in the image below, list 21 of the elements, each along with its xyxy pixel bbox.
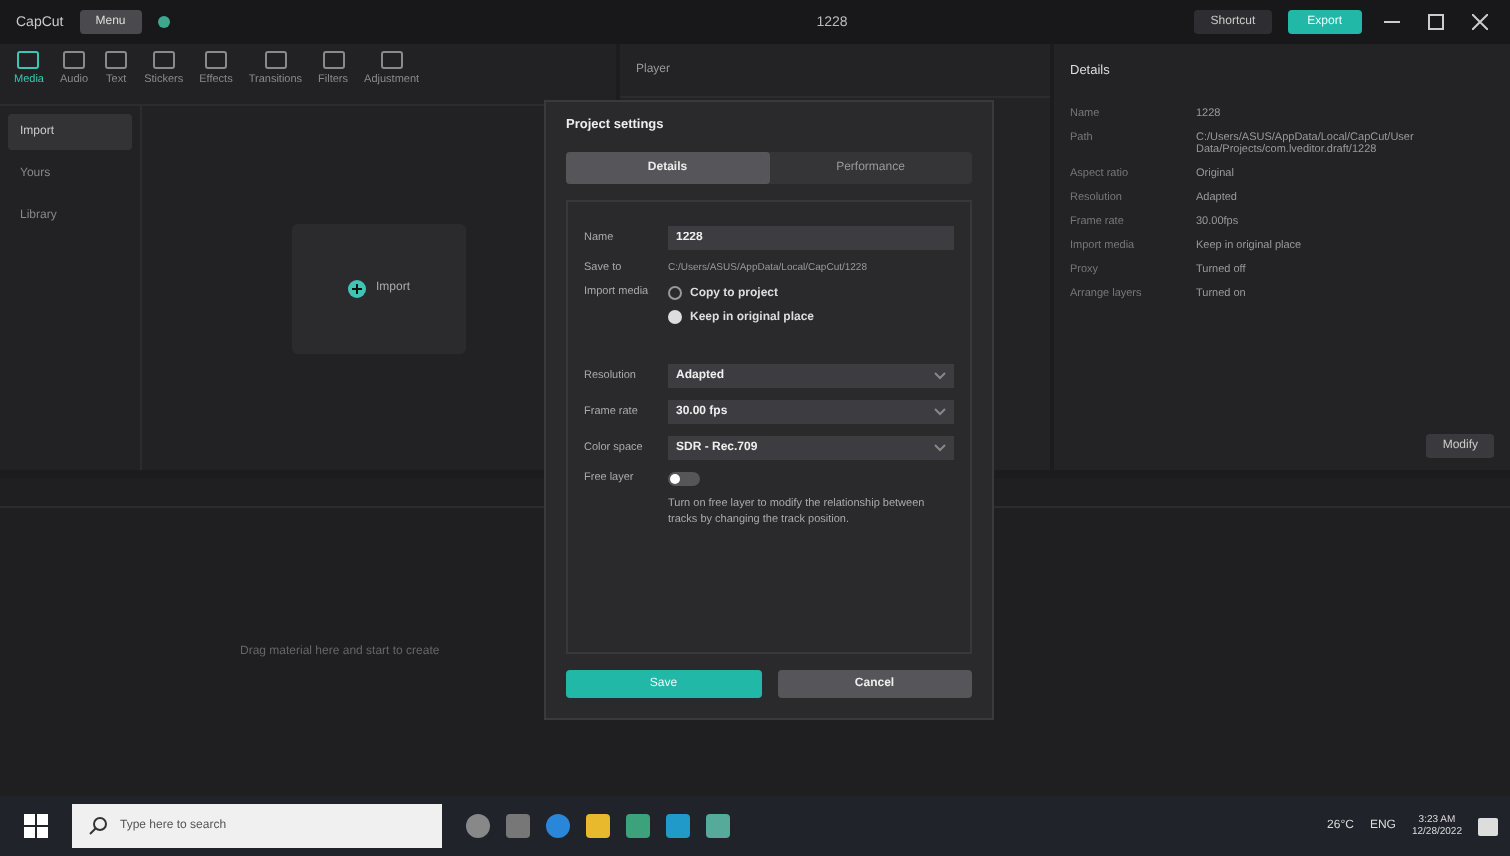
- status-dot-icon: [157, 16, 170, 28]
- tool-icon: [16, 50, 41, 70]
- taskbar-app-icon[interactable]: [466, 814, 490, 838]
- notification-icon[interactable]: [1478, 817, 1498, 835]
- plus-icon: [347, 279, 366, 297]
- chevron-down-icon: [934, 408, 946, 416]
- maximize-icon[interactable]: [1428, 14, 1444, 30]
- tool-icon: [151, 50, 176, 70]
- tool-icon: [263, 50, 288, 70]
- tool-icon: [203, 50, 228, 70]
- tool-icon: [379, 50, 404, 70]
- tool-icon: [321, 50, 346, 70]
- taskbar-app-icon[interactable]: [546, 814, 570, 838]
- search-icon: [88, 816, 108, 836]
- tool-icon: [62, 50, 87, 70]
- radio-button[interactable]: [668, 286, 682, 300]
- tool-icon: [104, 50, 129, 70]
- close-icon[interactable]: [1472, 14, 1488, 30]
- chevron-down-icon: [934, 444, 946, 452]
- chevron-down-icon: [934, 372, 946, 380]
- toggle-switch[interactable]: [668, 472, 700, 486]
